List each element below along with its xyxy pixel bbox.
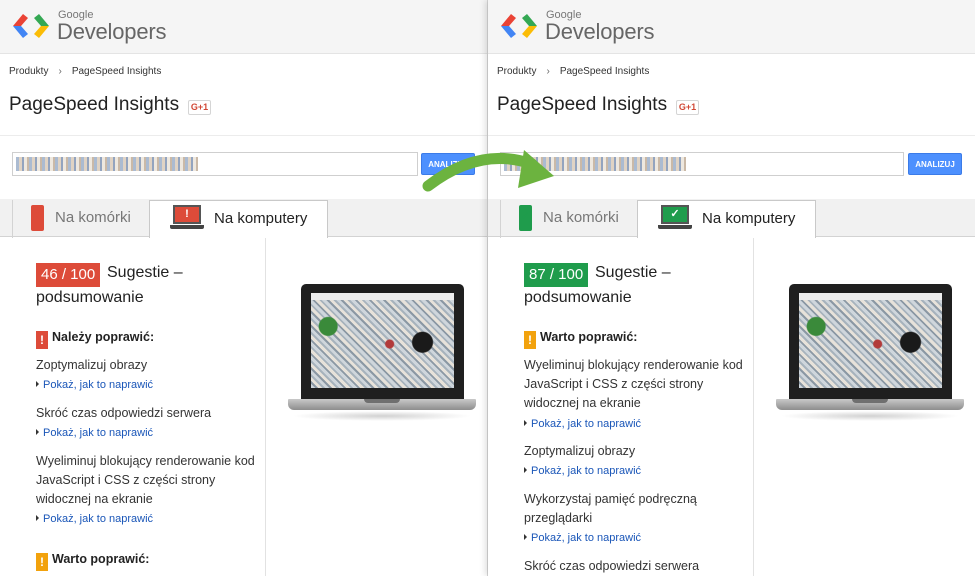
section-consider-fix: ! Warto poprawić: <box>524 330 637 349</box>
breadcrumb: Produkty › PageSpeed Insights <box>497 66 649 77</box>
check-icon: ✓ <box>521 211 530 222</box>
show-how-to-fix-link[interactable]: Pokaż, jak to naprawić <box>36 427 153 439</box>
exclamation-icon: ! <box>185 208 189 220</box>
desktop-preview-screenshot <box>288 284 476 424</box>
breadcrumb-item-pagespeed[interactable]: PageSpeed Insights <box>72 66 162 77</box>
breadcrumb-item-products[interactable]: Produkty <box>497 66 536 77</box>
section-consider-fix-label: Warto poprawić: <box>540 330 638 344</box>
rule-title: Skróć czas odpowiedzi serwera <box>524 559 700 573</box>
rule-title: Wykorzystaj pamięć podręczną przeglądark… <box>524 492 697 525</box>
show-how-to-fix-link[interactable]: Pokaż, jak to naprawić <box>524 418 641 430</box>
tab-mobile-label: Na komórki <box>543 209 619 226</box>
header-bar: Google Developers <box>0 0 487 54</box>
score-label-continued: podsumowanie <box>36 289 144 306</box>
gplus-button[interactable]: G+1 <box>188 100 211 115</box>
chevron-right-icon: › <box>58 66 62 77</box>
breadcrumb: Produkty › PageSpeed Insights <box>9 66 161 77</box>
show-how-to-fix-link[interactable]: Pokaż, jak to naprawić <box>36 379 153 391</box>
url-input[interactable] <box>500 152 904 176</box>
tab-mobile-label: Na komórki <box>55 209 131 226</box>
url-input[interactable] <box>12 152 418 176</box>
rule-title: Skróć czas odpowiedzi serwera <box>36 406 212 420</box>
exclamation-icon: ! <box>36 331 48 349</box>
breadcrumb-item-pagespeed[interactable]: PageSpeed Insights <box>560 66 650 77</box>
monitor-icon: ! <box>170 205 204 231</box>
logo-developers-text: Developers <box>545 19 655 44</box>
right-panel: Google Developers Produkty › PageSpeed Ins… <box>488 0 975 576</box>
phone-icon: ✓ <box>519 205 532 231</box>
desktop-preview-screenshot <box>776 284 964 424</box>
analyze-button[interactable]: ANALIZUJ <box>421 153 475 175</box>
check-icon: ✓ <box>670 208 680 220</box>
rule-title: Zoptymalizuj obrazy <box>36 358 148 372</box>
section-must-fix: ! Należy poprawić: <box>36 330 154 349</box>
header-bar: Google Developers <box>488 0 975 54</box>
google-developers-logo-icon[interactable] <box>499 10 539 42</box>
google-developers-logo-icon[interactable] <box>11 10 51 42</box>
breadcrumb-item-products[interactable]: Produkty <box>9 66 48 77</box>
show-how-to-fix-link[interactable]: Pokaż, jak to naprawić <box>524 465 641 477</box>
score-label-continued: podsumowanie <box>524 289 632 306</box>
section-consider-fix: ! Warto poprawić: <box>36 552 149 571</box>
divider <box>0 135 487 136</box>
show-how-to-fix-link[interactable]: Pokaż, jak to naprawić <box>36 513 153 525</box>
chevron-right-icon: › <box>546 66 550 77</box>
score-badge: 46 / 100 <box>36 263 101 287</box>
phone-icon: ! <box>31 205 44 231</box>
exclamation-icon: ! <box>524 331 536 349</box>
tab-mobile[interactable]: ! Na komórki <box>12 200 150 238</box>
rule-title: Zoptymalizuj obrazy <box>524 444 636 458</box>
section-must-fix-label: Należy poprawić: <box>52 330 155 344</box>
exclamation-icon: ! <box>36 553 48 571</box>
rule-title: Wyeliminuj blokujący renderowanie kod Ja… <box>524 358 743 410</box>
tab-desktop[interactable]: ✓ Na komputery <box>637 200 816 238</box>
tab-mobile[interactable]: ✓ Na komórki <box>500 200 638 238</box>
analyze-button[interactable]: ANALIZUJ <box>908 153 962 175</box>
score-label: Sugestie – <box>595 264 671 281</box>
exclamation-icon: ! <box>35 211 40 222</box>
rule-title: Wyeliminuj blokujący renderowanie kod Ja… <box>36 454 255 506</box>
page-title: PageSpeed Insights <box>497 94 668 115</box>
section-consider-fix-label: Warto poprawić: <box>52 552 150 566</box>
divider <box>488 135 975 136</box>
left-panel: Google Developers Produkty › PageSpeed Ins… <box>0 0 488 576</box>
logo-developers-text: Developers <box>57 19 167 44</box>
tab-desktop[interactable]: ! Na komputery <box>149 200 328 238</box>
page-title: PageSpeed Insights <box>9 94 180 115</box>
tab-desktop-label: Na komputery <box>702 210 796 227</box>
tab-desktop-label: Na komputery <box>214 210 308 227</box>
score-badge: 87 / 100 <box>524 263 589 287</box>
gplus-button[interactable]: G+1 <box>676 100 699 115</box>
show-how-to-fix-link[interactable]: Pokaż, jak to naprawić <box>524 532 641 544</box>
content-divider <box>265 238 266 576</box>
score-label: Sugestie – <box>107 264 183 281</box>
monitor-icon: ✓ <box>658 205 692 231</box>
content-divider <box>753 238 754 576</box>
